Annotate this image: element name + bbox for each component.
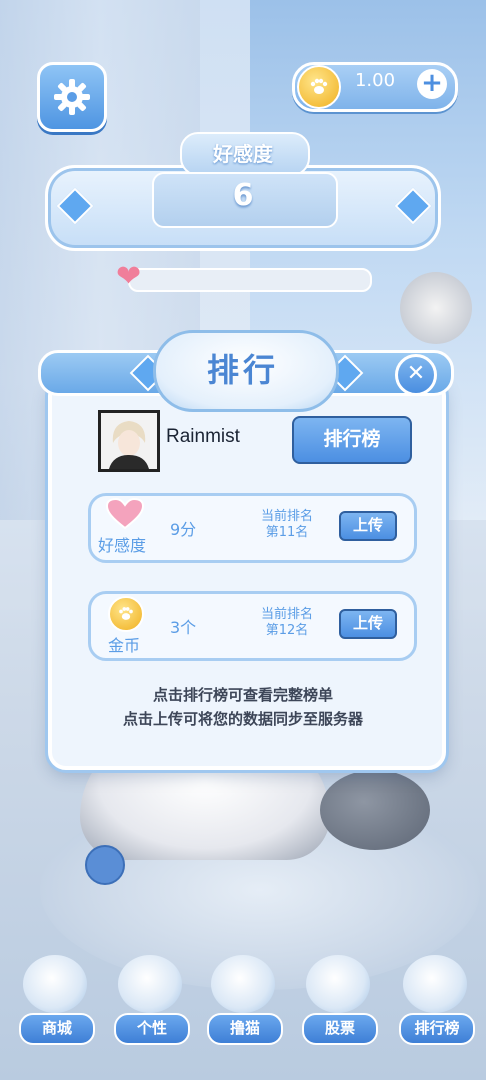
row-value: 3个 <box>170 618 197 637</box>
gear-icon <box>54 79 90 115</box>
nav-leaderboard[interactable]: 排行榜 <box>395 955 475 1045</box>
hint-text: 点击上传可将您的数据同步至服务器 <box>122 710 363 728</box>
add-coins-button[interactable]: + <box>417 69 447 99</box>
leaderboard-button[interactable]: 排行榜 <box>292 416 412 464</box>
yarn-ball-illustration <box>85 845 125 885</box>
paw-coin-icon <box>108 596 144 632</box>
heart-progress-bar <box>128 268 372 292</box>
nav-label: 排行榜 <box>399 1013 475 1045</box>
modal-title: 排行 <box>206 351 279 389</box>
stock-chart-icon <box>306 955 370 1013</box>
favorability-title: 好感度 <box>213 142 273 166</box>
row-label: 金币 <box>107 636 140 655</box>
rank-caption: 当前排名 <box>260 509 313 524</box>
cat-icon <box>211 955 275 1013</box>
auto-click-cat-icon <box>400 272 472 344</box>
trophy-icon <box>403 955 467 1013</box>
row-value: 9分 <box>170 520 197 539</box>
heart-icon <box>105 497 145 534</box>
rank-position: 第11名 <box>265 525 309 540</box>
outfit-icon <box>118 955 182 1013</box>
paw-coin-icon <box>297 65 341 109</box>
nav-label: 股票 <box>302 1013 378 1045</box>
nav-stocks[interactable]: 股票 <box>298 955 378 1045</box>
nav-outfit[interactable]: 个性 <box>110 955 190 1045</box>
avatar <box>98 410 160 472</box>
rank-caption: 当前排名 <box>260 607 313 622</box>
nav-label: 个性 <box>114 1013 190 1045</box>
nav-pet-cat[interactable]: 撸猫 <box>203 955 283 1045</box>
cat-tail-illustration <box>320 770 430 850</box>
upload-button[interactable]: 上传 <box>339 609 397 639</box>
nav-label: 商城 <box>19 1013 95 1045</box>
nav-label: 撸猫 <box>207 1013 283 1045</box>
close-button[interactable]: ✕ <box>395 354 437 396</box>
nav-shop[interactable]: 商城 <box>15 955 95 1045</box>
shop-icon <box>23 955 87 1013</box>
favorability-value: 6 <box>232 178 254 213</box>
settings-button[interactable] <box>37 62 107 132</box>
upload-button[interactable]: 上传 <box>339 511 397 541</box>
rank-position: 第12名 <box>265 623 309 638</box>
heart-icon: ❤ <box>116 259 142 294</box>
row-label: 好感度 <box>97 536 146 555</box>
username: Rainmist <box>166 426 240 447</box>
hint-text: 点击排行榜可查看完整榜单 <box>152 686 333 704</box>
coin-amount: 1.00 <box>354 70 396 91</box>
